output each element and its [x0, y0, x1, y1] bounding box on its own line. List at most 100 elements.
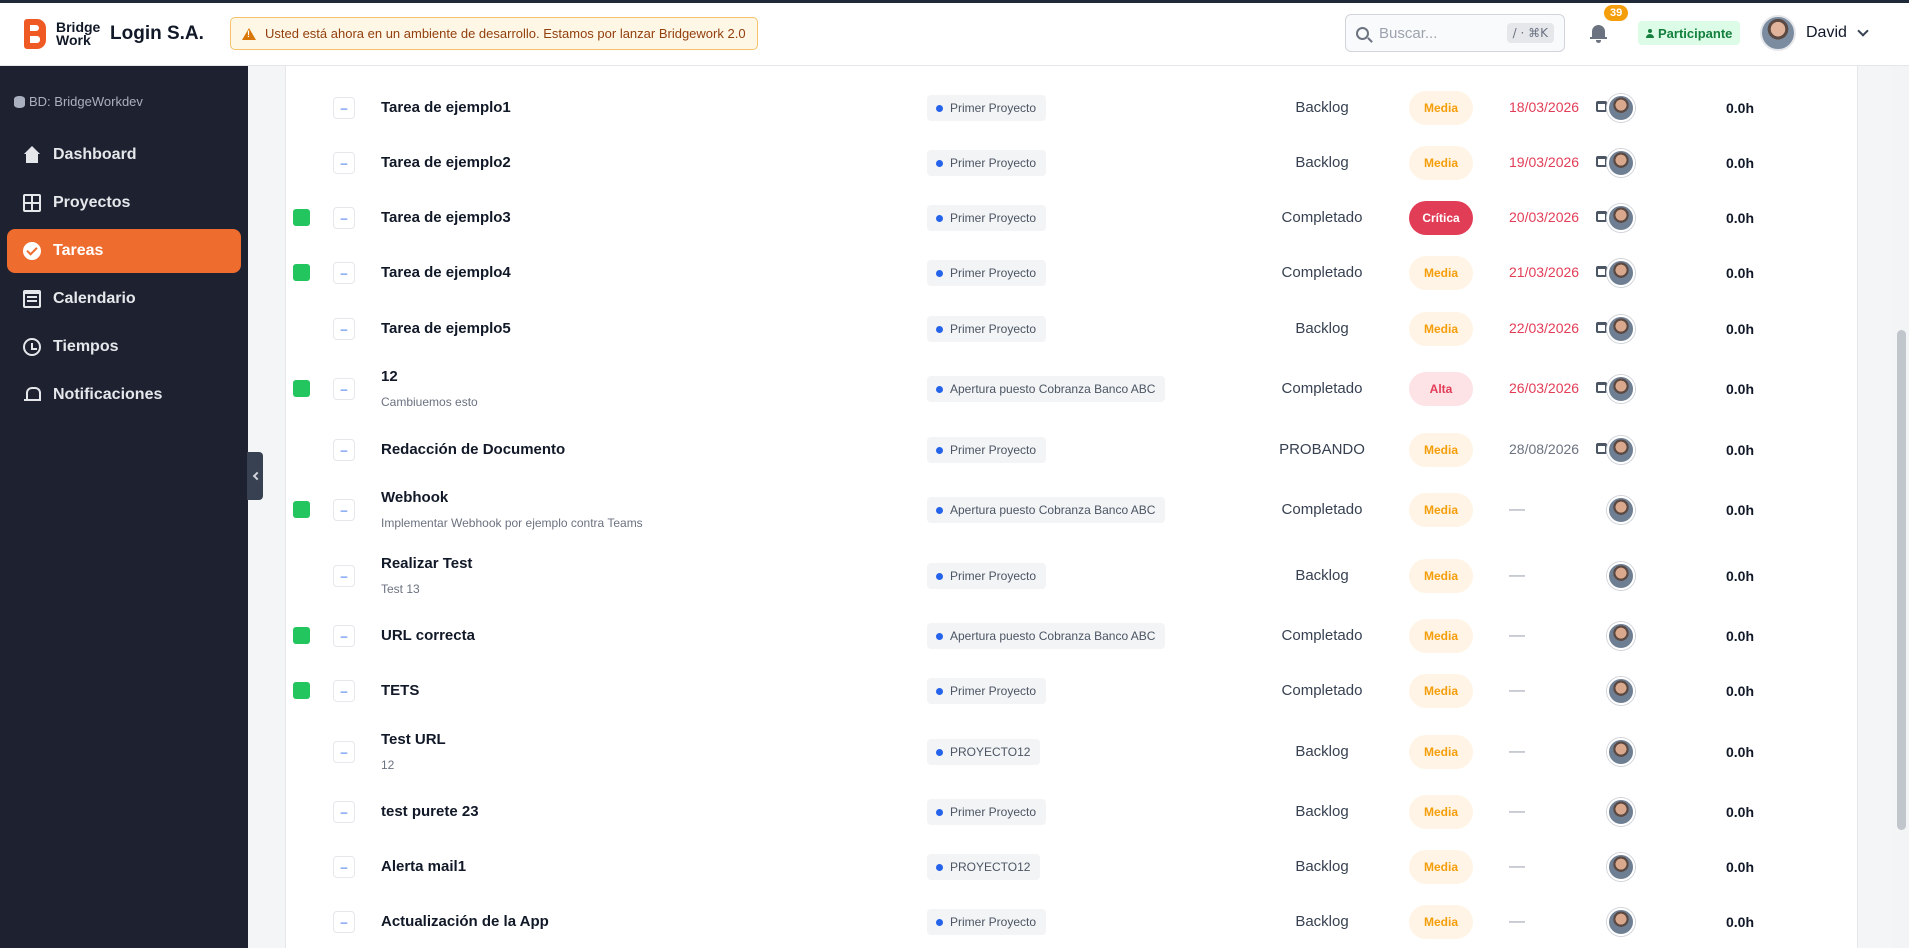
row-expand-button[interactable]: – — [333, 262, 355, 284]
due-date[interactable]: — — [1509, 858, 1525, 876]
project-tag[interactable]: Apertura puesto Cobranza Banco ABC — [927, 497, 1166, 523]
task-title[interactable]: Tarea de ejemplo1 — [381, 99, 511, 116]
sidebar-collapse-button[interactable] — [247, 452, 263, 500]
sidebar-item-tiempos[interactable]: Tiempos — [7, 325, 241, 369]
row-expand-button[interactable]: – — [333, 97, 355, 119]
task-title[interactable]: test purete 23 — [381, 803, 479, 820]
task-title[interactable]: Tarea de ejemplo3 — [381, 209, 511, 226]
due-date[interactable]: 18/03/2026 — [1509, 99, 1579, 115]
sidebar-item-proyectos[interactable]: Proyectos — [7, 181, 241, 225]
task-title[interactable]: Actualización de la App — [381, 913, 549, 930]
row-expand-button[interactable]: – — [333, 207, 355, 229]
due-date[interactable]: — — [1509, 913, 1525, 931]
assignee-avatar[interactable] — [1607, 94, 1635, 122]
priority-badge[interactable]: Media — [1409, 312, 1473, 346]
due-date[interactable]: 20/03/2026 — [1509, 209, 1579, 225]
due-date[interactable]: 19/03/2026 — [1509, 154, 1579, 170]
task-status[interactable]: Backlog — [1241, 803, 1403, 820]
task-status[interactable]: Backlog — [1241, 858, 1403, 875]
priority-badge[interactable]: Media — [1409, 850, 1473, 884]
priority-badge[interactable]: Alta — [1409, 372, 1473, 406]
due-date[interactable]: — — [1509, 682, 1525, 700]
project-tag[interactable]: Primer Proyecto — [927, 563, 1047, 589]
project-tag[interactable]: Primer Proyecto — [927, 260, 1047, 286]
priority-badge[interactable]: Media — [1409, 674, 1473, 708]
assignee-avatar[interactable] — [1607, 798, 1635, 826]
priority-badge[interactable]: Media — [1409, 493, 1473, 527]
task-title[interactable]: Realizar Test — [381, 555, 472, 572]
assignee-avatar[interactable] — [1607, 738, 1635, 766]
done-checkbox[interactable] — [293, 501, 310, 518]
project-tag[interactable]: Primer Proyecto — [927, 316, 1047, 342]
due-date[interactable]: 26/03/2026 — [1509, 380, 1579, 396]
due-date[interactable]: — — [1509, 501, 1525, 519]
project-tag[interactable]: Apertura puesto Cobranza Banco ABC — [927, 623, 1166, 649]
assignee-avatar[interactable] — [1607, 853, 1635, 881]
project-tag[interactable]: Primer Proyecto — [927, 799, 1047, 825]
priority-badge[interactable]: Media — [1409, 795, 1473, 829]
due-date[interactable]: — — [1509, 627, 1525, 645]
scrollbar-thumb[interactable] — [1897, 330, 1906, 830]
project-tag[interactable]: Primer Proyecto — [927, 205, 1047, 231]
row-expand-button[interactable]: – — [333, 439, 355, 461]
notifications-bell-icon[interactable] — [1590, 22, 1608, 44]
task-title[interactable]: Tarea de ejemplo2 — [381, 154, 511, 171]
task-status[interactable]: Completado — [1241, 501, 1403, 518]
project-tag[interactable]: Primer Proyecto — [927, 95, 1047, 121]
row-expand-button[interactable]: – — [333, 318, 355, 340]
assignee-avatar[interactable] — [1607, 908, 1635, 936]
priority-badge[interactable]: Media — [1409, 559, 1473, 593]
task-status[interactable]: Completado — [1241, 380, 1403, 397]
assignee-avatar[interactable] — [1607, 204, 1635, 232]
row-expand-button[interactable]: – — [333, 625, 355, 647]
project-tag[interactable]: PROYECTO12 — [927, 739, 1041, 765]
project-tag[interactable]: Primer Proyecto — [927, 909, 1047, 935]
task-title[interactable]: 12 — [381, 368, 398, 385]
assignee-avatar[interactable] — [1607, 259, 1635, 287]
row-expand-button[interactable]: – — [333, 378, 355, 400]
project-tag[interactable]: Primer Proyecto — [927, 437, 1047, 463]
assignee-avatar[interactable] — [1607, 562, 1635, 590]
row-expand-button[interactable]: – — [333, 856, 355, 878]
task-status[interactable]: PROBANDO — [1241, 441, 1403, 458]
task-status[interactable]: Backlog — [1241, 913, 1403, 930]
task-title[interactable]: URL correcta — [381, 627, 475, 644]
task-title[interactable]: TETS — [381, 682, 419, 699]
sidebar-item-dashboard[interactable]: Dashboard — [7, 133, 241, 177]
task-title[interactable]: Webhook — [381, 489, 448, 506]
sidebar-item-notificaciones[interactable]: Notificaciones — [7, 373, 241, 417]
done-checkbox[interactable] — [293, 209, 310, 226]
assignee-avatar[interactable] — [1607, 149, 1635, 177]
done-checkbox[interactable] — [293, 682, 310, 699]
due-date[interactable]: — — [1509, 743, 1525, 761]
priority-badge[interactable]: Crítica — [1409, 201, 1473, 235]
priority-badge[interactable]: Media — [1409, 91, 1473, 125]
done-checkbox[interactable] — [293, 627, 310, 644]
task-title[interactable]: Redacción de Documento — [381, 441, 565, 458]
sidebar-item-calendario[interactable]: Calendario — [7, 277, 241, 321]
priority-badge[interactable]: Media — [1409, 619, 1473, 653]
user-menu[interactable]: David — [1760, 15, 1869, 51]
task-title[interactable]: Test URL — [381, 731, 446, 748]
due-date[interactable]: 21/03/2026 — [1509, 264, 1579, 280]
task-title[interactable]: Tarea de ejemplo4 — [381, 264, 511, 281]
task-title[interactable]: Tarea de ejemplo5 — [381, 320, 511, 337]
task-status[interactable]: Backlog — [1241, 320, 1403, 337]
priority-badge[interactable]: Media — [1409, 256, 1473, 290]
assignee-avatar[interactable] — [1607, 315, 1635, 343]
task-status[interactable]: Backlog — [1241, 567, 1403, 584]
priority-badge[interactable]: Media — [1409, 433, 1473, 467]
project-tag[interactable]: PROYECTO12 — [927, 854, 1041, 880]
task-title[interactable]: Alerta mail1 — [381, 858, 466, 875]
task-status[interactable]: Completado — [1241, 209, 1403, 226]
project-tag[interactable]: Apertura puesto Cobranza Banco ABC — [927, 376, 1166, 402]
row-expand-button[interactable]: – — [333, 152, 355, 174]
sidebar-item-tareas[interactable]: Tareas — [7, 229, 241, 273]
done-checkbox[interactable] — [293, 380, 310, 397]
row-expand-button[interactable]: – — [333, 499, 355, 521]
task-status[interactable]: Completado — [1241, 627, 1403, 644]
row-expand-button[interactable]: – — [333, 801, 355, 823]
priority-badge[interactable]: Media — [1409, 146, 1473, 180]
due-date[interactable]: — — [1509, 567, 1525, 585]
priority-badge[interactable]: Media — [1409, 735, 1473, 769]
